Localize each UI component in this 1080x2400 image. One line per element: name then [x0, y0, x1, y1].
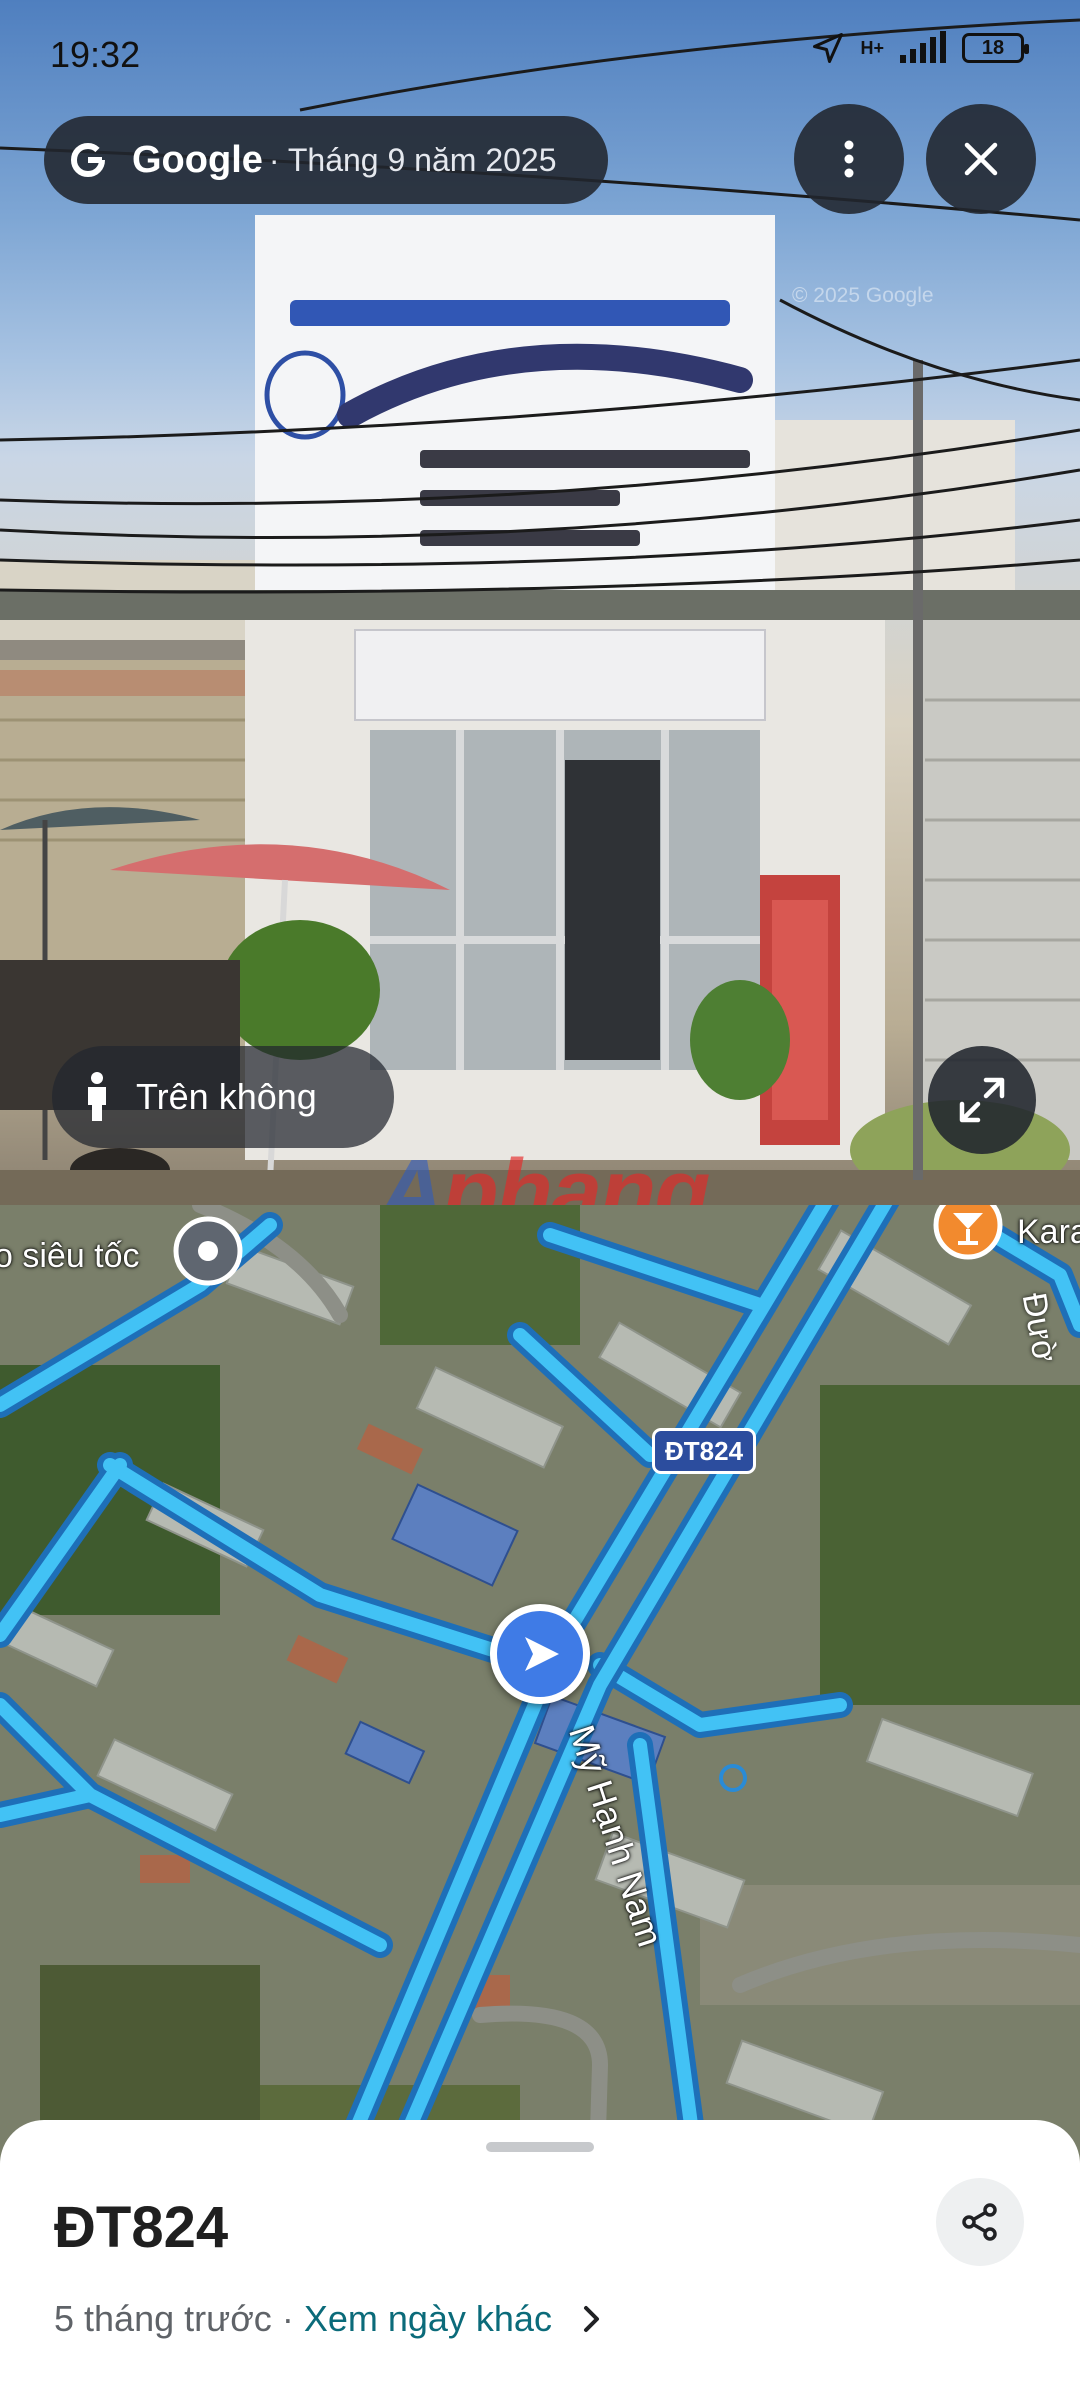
poi-label[interactable]: o siêu tốc	[0, 1237, 140, 1276]
place-title: ĐT824	[54, 2195, 229, 2260]
more-options-button[interactable]	[794, 104, 904, 214]
close-button[interactable]	[926, 104, 1036, 214]
share-button[interactable]	[936, 2178, 1024, 2266]
expand-icon	[959, 1077, 1005, 1123]
poi-label-right[interactable]: Kara	[1017, 1213, 1080, 1252]
signal-icon	[900, 31, 946, 63]
relative-capture-time: 5 tháng trước ·	[54, 2298, 294, 2339]
more-vert-icon	[844, 140, 854, 178]
watermark-letter-a: A	[378, 1141, 444, 1205]
expand-button[interactable]	[928, 1046, 1036, 1154]
person-icon	[88, 1072, 106, 1121]
battery-icon: 18	[962, 33, 1029, 63]
see-other-dates-link[interactable]: Xem ngày khác	[304, 2298, 552, 2340]
location-arrow-icon	[813, 33, 844, 63]
status-icons: H+ 18	[810, 30, 1029, 66]
google-g-icon	[70, 142, 105, 178]
chevron-right-icon[interactable]	[582, 2304, 602, 2334]
street-view-position-marker[interactable]	[490, 1604, 590, 1704]
status-time: 19:32	[50, 34, 141, 75]
copyright-text: © 2025 Google	[792, 284, 934, 307]
overhead-view-label: Trên không	[136, 1076, 317, 1117]
capture-info: 5 tháng trước · Xem ngày khác	[54, 2298, 602, 2340]
close-icon	[964, 142, 998, 176]
status-bar: 19:32 H+ 18	[0, 0, 1080, 110]
street-view-info-pill[interactable]: Google · Tháng 9 năm 2025	[44, 116, 608, 204]
navigation-arrow-icon	[525, 1637, 559, 1671]
road-shield: ĐT824	[652, 1428, 757, 1474]
share-icon	[962, 2203, 997, 2241]
overhead-view-button[interactable]: Trên không	[52, 1046, 394, 1148]
network-type: H+	[860, 37, 884, 58]
place-bottom-sheet[interactable]: ĐT824 5 tháng trước · Xem ngày khác	[0, 2120, 1080, 2400]
brand-name: Google	[132, 138, 263, 181]
capture-date: · Tháng 9 năm 2025	[268, 141, 557, 178]
drag-handle[interactable]	[486, 2142, 594, 2152]
watermark: Aphang	[378, 1140, 710, 1205]
